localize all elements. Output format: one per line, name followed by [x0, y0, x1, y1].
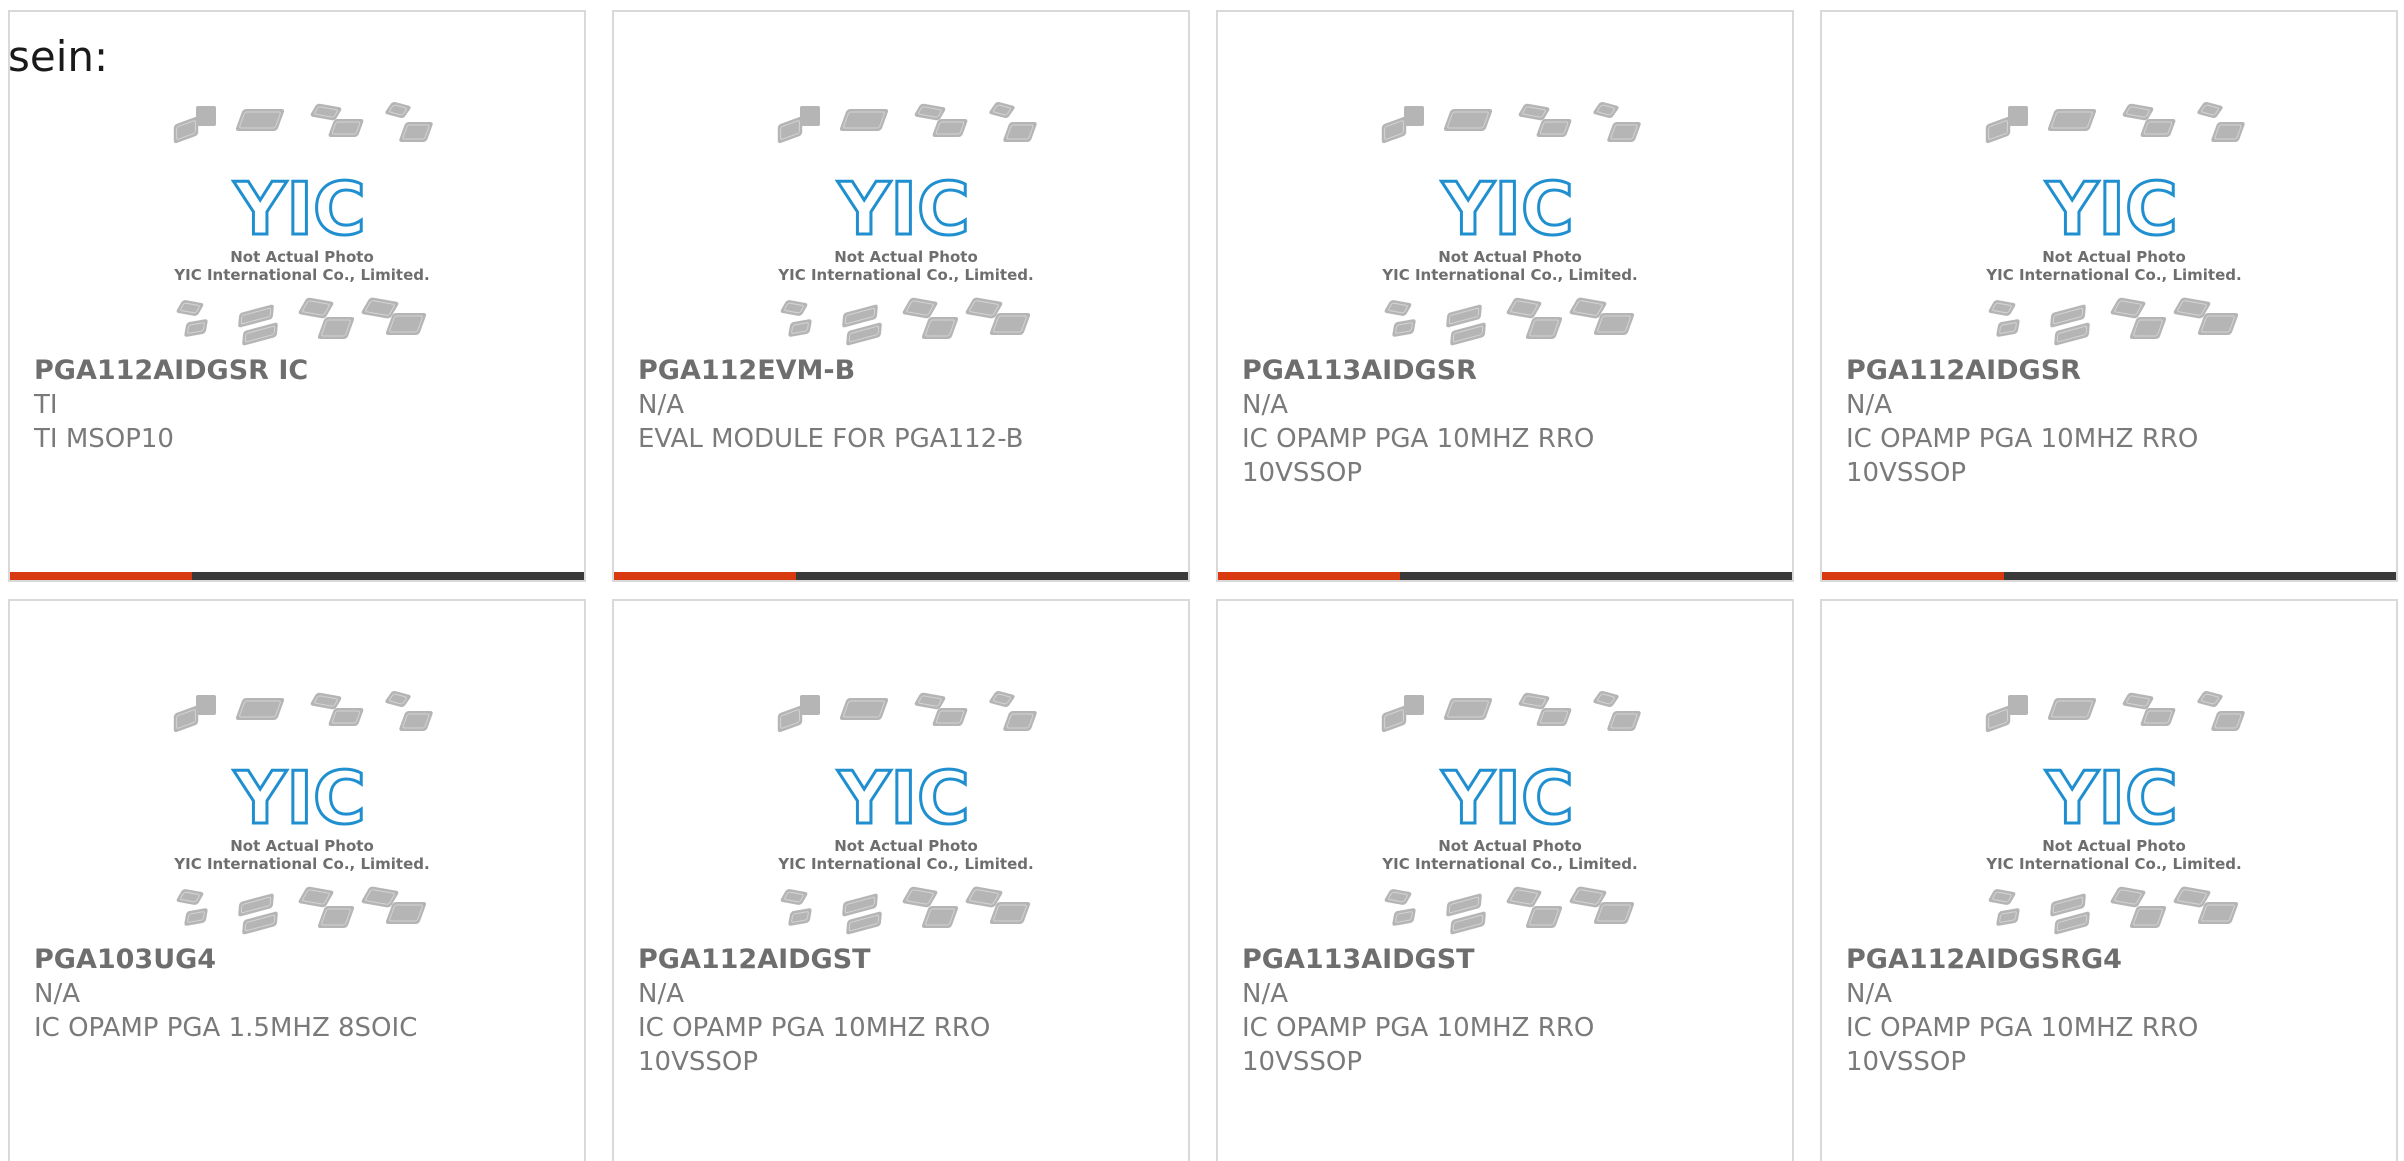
product-card[interactable]: YIC Not Actual Photo YIC International Co.…: [1216, 599, 1794, 1161]
product-card[interactable]: YIC Not Actual Photo YIC International Co.…: [1820, 599, 2398, 1161]
svg-text:Not Actual Photo: Not Actual Photo: [2042, 837, 2186, 855]
svg-text:YIC International Co., Limited: YIC International Co., Limited.: [173, 266, 429, 284]
svg-text:YIC International Co., Limited: YIC International Co., Limited.: [173, 855, 429, 873]
brand-label: N/A: [638, 979, 684, 1009]
svg-text:Not Actual Photo: Not Actual Photo: [2042, 248, 2186, 266]
part-number-link[interactable]: PGA112EVM-B: [638, 354, 1164, 388]
svg-text:Not Actual Photo: Not Actual Photo: [834, 837, 978, 855]
description-line: IC OPAMP PGA 10MHZ RRO: [1846, 1013, 2199, 1043]
product-placeholder-image: YICNot Actual PhotoYIC International Co.…: [173, 102, 433, 346]
svg-text:YIC: YIC: [233, 167, 366, 251]
brand-label: TI: [34, 390, 58, 420]
description-line: 10VSSOP: [1242, 1047, 1363, 1077]
product-placeholder-image: YICNot Actual PhotoYIC International Co.…: [1985, 691, 2245, 935]
svg-text:Not Actual Photo: Not Actual Photo: [1438, 248, 1582, 266]
brand-label: N/A: [1242, 979, 1288, 1009]
card-footer-accent: [1218, 572, 1400, 580]
svg-text:YIC International Co., Limited: YIC International Co., Limited.: [1381, 855, 1637, 873]
product-card[interactable]: YIC Not Actual Photo YIC International Co.…: [612, 599, 1190, 1161]
brand-label: N/A: [1242, 390, 1288, 420]
card-footer-bar: [1822, 572, 2396, 580]
product-placeholder-image: YICNot Actual PhotoYIC International Co.…: [777, 691, 1037, 935]
description-line: IC OPAMP PGA 10MHZ RRO: [1846, 424, 2199, 454]
part-number-link[interactable]: PGA113AIDGST: [1242, 943, 1768, 977]
svg-text:YIC: YIC: [837, 756, 970, 840]
part-number-link[interactable]: PGA112AIDGSR: [1846, 354, 2372, 388]
description-line: 10VSSOP: [638, 1047, 759, 1077]
svg-text:YIC International Co., Limited: YIC International Co., Limited.: [777, 266, 1033, 284]
svg-text:YIC: YIC: [837, 167, 970, 251]
description-line: 10VSSOP: [1846, 458, 1967, 488]
svg-text:Not Actual Photo: Not Actual Photo: [834, 248, 978, 266]
card-footer-accent: [614, 572, 796, 580]
card-footer-bar: [1218, 572, 1792, 580]
card-footer-bar: [614, 572, 1188, 580]
brand-label: N/A: [34, 979, 80, 1009]
part-number-link[interactable]: PGA112AIDGSR IC: [34, 354, 560, 388]
description-line: IC OPAMP PGA 10MHZ RRO: [1242, 1013, 1595, 1043]
description-line: 10VSSOP: [1846, 1047, 1967, 1077]
product-card[interactable]: YIC Not Actual Photo YIC International Co.…: [8, 599, 586, 1161]
description-line: IC OPAMP PGA 10MHZ RRO: [638, 1013, 991, 1043]
brand-label: N/A: [1846, 979, 1892, 1009]
card-footer-accent: [10, 572, 192, 580]
product-placeholder-image: YICNot Actual PhotoYIC International Co.…: [173, 691, 433, 935]
description-line: IC OPAMP PGA 1.5MHZ 8SOIC: [34, 1013, 418, 1043]
svg-text:YIC International Co., Limited: YIC International Co., Limited.: [1381, 266, 1637, 284]
description-line: EVAL MODULE FOR PGA112-B: [638, 424, 1024, 454]
product-placeholder-image: YICNot Actual PhotoYIC International Co.…: [1985, 102, 2245, 346]
brand-label: N/A: [1846, 390, 1892, 420]
svg-text:Not Actual Photo: Not Actual Photo: [230, 248, 374, 266]
svg-text:YIC International Co., Limited: YIC International Co., Limited.: [777, 855, 1033, 873]
svg-text:YIC: YIC: [2045, 167, 2178, 251]
svg-text:YIC International Co., Limited: YIC International Co., Limited.: [1985, 266, 2241, 284]
description-line: TI MSOP10: [34, 424, 174, 454]
product-placeholder-image: YICNot Actual PhotoYIC International Co.…: [777, 102, 1037, 346]
part-number-link[interactable]: PGA103UG4: [34, 943, 560, 977]
product-placeholder-image: YICNot Actual PhotoYIC International Co.…: [1381, 691, 1641, 935]
product-placeholder-image: YICNot Actual PhotoYIC International Co.…: [1381, 102, 1641, 346]
svg-text:YIC: YIC: [2045, 756, 2178, 840]
product-grid: YIC Not Actual Photo YIC International Co.…: [0, 0, 2404, 1161]
description-line: IC OPAMP PGA 10MHZ RRO: [1242, 424, 1595, 454]
part-number-link[interactable]: PGA112AIDGST: [638, 943, 1164, 977]
product-card[interactable]: YIC Not Actual Photo YIC International Co.…: [612, 10, 1190, 582]
brand-label: N/A: [638, 390, 684, 420]
svg-text:YIC: YIC: [1441, 756, 1574, 840]
product-card[interactable]: YIC Not Actual Photo YIC International Co.…: [8, 10, 586, 582]
lead-text: sein:: [8, 32, 109, 81]
svg-text:Not Actual Photo: Not Actual Photo: [230, 837, 374, 855]
card-footer-bar: [10, 572, 584, 580]
svg-text:YIC International Co., Limited: YIC International Co., Limited.: [1985, 855, 2241, 873]
part-number-link[interactable]: PGA113AIDGSR: [1242, 354, 1768, 388]
svg-text:YIC: YIC: [1441, 167, 1574, 251]
card-footer-accent: [1822, 572, 2004, 580]
product-card[interactable]: YIC Not Actual Photo YIC International Co.…: [1820, 10, 2398, 582]
description-line: 10VSSOP: [1242, 458, 1363, 488]
svg-text:Not Actual Photo: Not Actual Photo: [1438, 837, 1582, 855]
svg-text:YIC: YIC: [233, 756, 366, 840]
product-card[interactable]: YIC Not Actual Photo YIC International Co.…: [1216, 10, 1794, 582]
part-number-link[interactable]: PGA112AIDGSRG4: [1846, 943, 2372, 977]
